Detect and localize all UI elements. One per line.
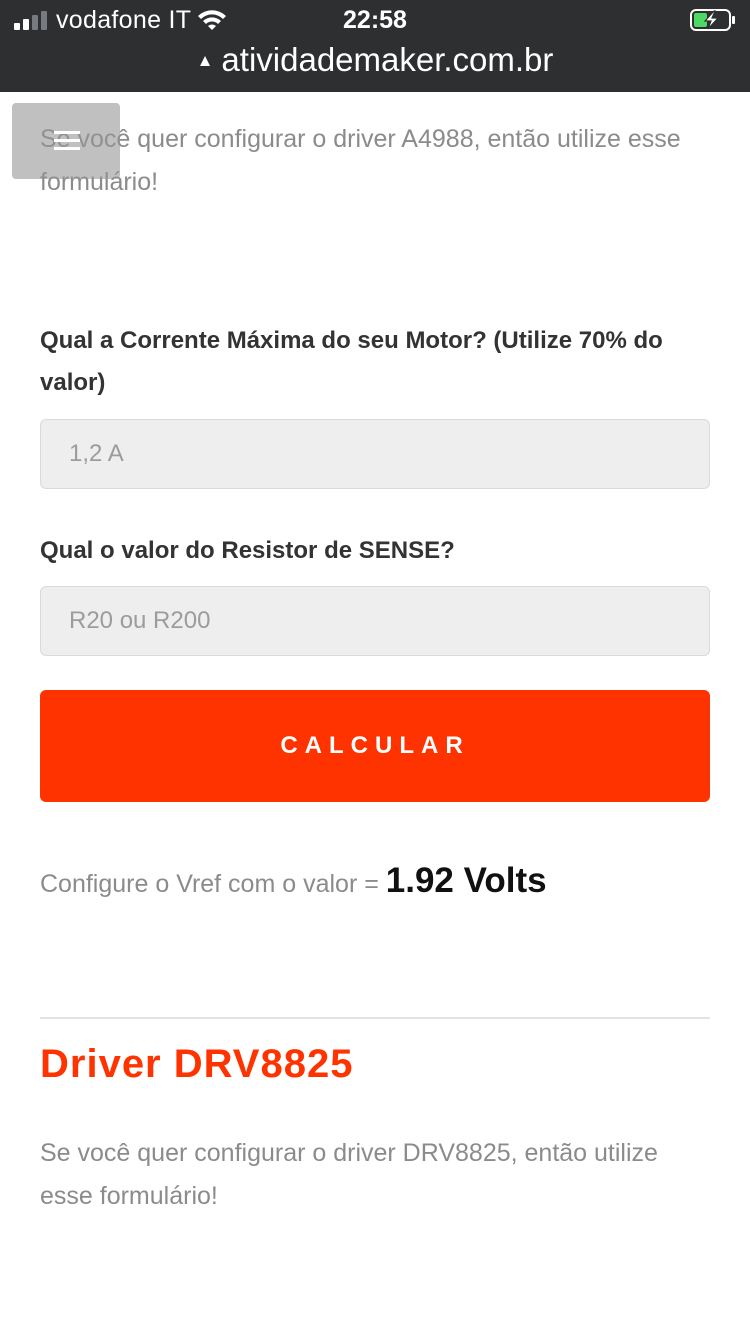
sense-field-label: Qual o valor do Resistor de SENSE? (40, 537, 455, 564)
calculate-button[interactable]: CALCULAR (40, 690, 710, 802)
vref-result: Configure o Vref com o valor = 1.92 Volt… (40, 856, 710, 909)
hamburger-menu-icon (54, 131, 80, 151)
menu-button[interactable] (12, 103, 120, 179)
battery-charging-icon (690, 9, 735, 31)
browser-top-bar: vodafone IT 22:58 ▲ atividademaker.com.br (0, 0, 750, 92)
address-bar[interactable]: ▲ atividademaker.com.br (0, 40, 750, 80)
drv8825-heading: Driver DRV8825 (40, 1042, 354, 1086)
clock: 22:58 (343, 6, 407, 34)
status-bar: vodafone IT 22:58 (0, 0, 750, 40)
vref-result-value: 1.92 Volts (385, 861, 547, 900)
a4988-intro-text: Se você quer configurar o driver A4988, … (40, 125, 681, 196)
drv8825-intro-text: Se você quer configurar o driver DRV8825… (40, 1139, 658, 1210)
url-text: atividademaker.com.br (221, 41, 554, 78)
current-input[interactable] (40, 419, 710, 489)
sense-resistor-input[interactable] (40, 586, 710, 656)
current-field-label: Qual a Corrente Máxima do seu Motor? (Ut… (40, 327, 663, 396)
warning-triangle-icon: ▲ (196, 51, 214, 70)
section-divider (40, 1017, 710, 1019)
vref-result-prefix: Configure o Vref com o valor = (40, 870, 386, 898)
